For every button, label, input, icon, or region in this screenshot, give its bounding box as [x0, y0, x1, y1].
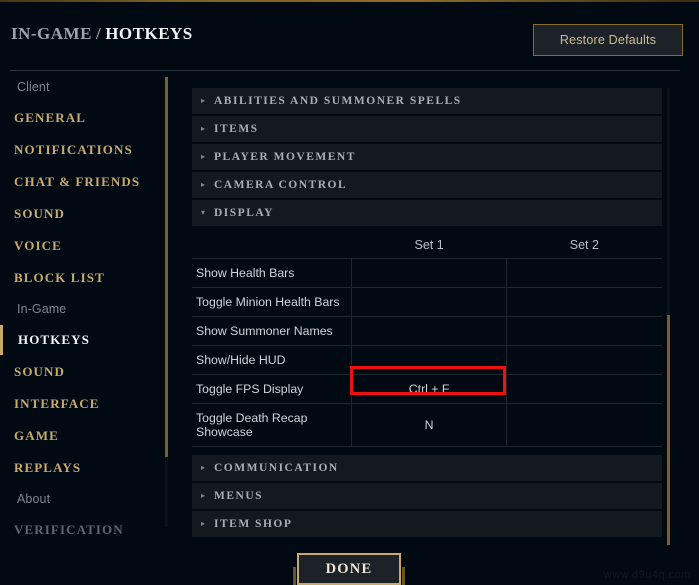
chevron-right-icon: ▸ [200, 462, 205, 472]
section-title: ABILITIES AND SUMMONER SPELLS [214, 95, 462, 107]
section-title: PLAYER MOVEMENT [214, 151, 356, 163]
hotkey-binding-cell-2[interactable] [506, 403, 662, 447]
header-bar: IN-GAME / HOTKEYS Restore Defaults [0, 2, 699, 71]
sidebar-group-label: In-Game [17, 302, 67, 316]
chevron-down-icon: ▾ [200, 208, 205, 217]
sidebar-item-sound[interactable]: SOUND [0, 356, 168, 388]
section-header-player-movement[interactable]: ▸ PLAYER MOVEMENT [192, 144, 662, 170]
hotkey-binding-cell-1[interactable] [351, 287, 508, 317]
sidebar-scrollbar-thumb[interactable] [165, 77, 168, 457]
sidebar-item-block-list[interactable]: BLOCK LIST [0, 262, 168, 294]
page-title: HOTKEYS [105, 24, 193, 43]
table-row: Show Health Bars [192, 258, 662, 288]
sidebar-item-interface[interactable]: INTERFACE [0, 388, 168, 420]
chevron-right-icon: ▸ [200, 180, 205, 189]
hotkey-binding-cell-2[interactable] [506, 345, 662, 375]
section-title: ITEMS [214, 123, 259, 135]
hotkeys-panel: ▸ ABILITIES AND SUMMONER SPELLS ▸ ITEMS ▸ PLA… [192, 88, 670, 545]
section-title: DISPLAY [214, 207, 274, 219]
footer-bar: DONE [0, 553, 699, 585]
hotkey-action-label: Show/Hide HUD [192, 345, 352, 375]
table-row: Toggle FPS Display Ctrl + F [192, 374, 662, 404]
breadcrumb: IN-GAME / HOTKEYS [11, 24, 193, 44]
done-button[interactable]: DONE [297, 553, 401, 585]
hotkey-binding-cell-1[interactable]: N [351, 403, 508, 447]
chevron-right-icon: ▸ [200, 490, 205, 500]
sidebar-item-game[interactable]: GAME [0, 420, 168, 452]
sidebar-item-voice[interactable]: VOICE [0, 230, 168, 262]
breadcrumb-parent[interactable]: IN-GAME [11, 24, 92, 43]
table-col-header: Set 2 [506, 232, 662, 259]
hotkey-binding-cell-1[interactable] [351, 316, 508, 346]
content-scrollbar-thumb[interactable] [667, 315, 670, 545]
hotkey-binding-cell-1[interactable]: Ctrl + F [351, 374, 508, 404]
sidebar-item-replays[interactable]: REPLAYS [0, 452, 168, 484]
sidebar: Client GENERAL NOTIFICATIONS CHAT & FRIENDS… [0, 72, 168, 585]
done-notch-right [402, 567, 405, 585]
sidebar-item-chat-friends[interactable]: CHAT & FRIENDS [0, 166, 168, 198]
hotkey-binding-cell-1[interactable] [351, 258, 508, 288]
watermark: www.d9u4q.com [603, 569, 691, 581]
done-notch-left [293, 567, 296, 585]
restore-defaults-button[interactable]: Restore Defaults [533, 24, 683, 56]
hotkeys-table: Set 1 Set 2 Show Health Bars Toggle Minion… [192, 232, 662, 447]
chevron-right-icon: ▸ [200, 518, 205, 528]
hotkey-binding-cell-2[interactable] [506, 316, 662, 346]
breadcrumb-separator: / [95, 24, 102, 43]
sidebar-item-general[interactable]: GENERAL [0, 102, 168, 134]
table-col-header-blank [192, 232, 352, 259]
sidebar-group-label: About [17, 492, 51, 506]
sidebar-item-notifications[interactable]: NOTIFICATIONS [0, 134, 168, 166]
hotkey-action-label: Toggle Death Recap Showcase [192, 403, 352, 447]
table-row: Show Summoner Names [192, 316, 662, 346]
hotkey-action-label: Show Summoner Names [192, 316, 352, 346]
hotkey-binding-cell-1[interactable] [351, 345, 508, 375]
hotkey-action-label: Toggle Minion Health Bars [192, 287, 352, 317]
sidebar-group-label: Client [17, 80, 50, 94]
chevron-right-icon: ▸ [200, 96, 205, 105]
table-row: Toggle Minion Health Bars [192, 287, 662, 317]
sidebar-item-sound[interactable]: SOUND [0, 198, 168, 230]
sidebar-item-hotkeys[interactable]: HOTKEYS [0, 324, 168, 356]
header-divider [10, 70, 680, 71]
section-header-camera-control[interactable]: ▸ CAMERA CONTROL [192, 172, 662, 198]
section-header-item-shop[interactable]: ▸ ITEM SHOP [192, 510, 662, 537]
table-row: Toggle Death Recap Showcase N [192, 403, 662, 447]
section-title: MENUS [214, 489, 264, 502]
settings-window: IN-GAME / HOTKEYS Restore Defaults Client G… [0, 0, 699, 585]
section-header-display[interactable]: ▾ DISPLAY [192, 200, 662, 226]
section-header-communication[interactable]: ▸ COMMUNICATION [192, 454, 662, 481]
hotkey-binding-cell-2[interactable] [506, 374, 662, 404]
table-row: Show/Hide HUD [192, 345, 662, 375]
section-header-items[interactable]: ▸ ITEMS [192, 116, 662, 142]
hotkey-action-label: Show Health Bars [192, 258, 352, 288]
section-title: CAMERA CONTROL [214, 179, 348, 191]
sidebar-item-verification[interactable]: VERIFICATION [0, 514, 168, 546]
chevron-right-icon: ▸ [200, 152, 205, 161]
section-title: COMMUNICATION [214, 461, 339, 474]
hotkey-binding-cell-2[interactable] [506, 258, 662, 288]
section-header-abilities-and-summoner-spells[interactable]: ▸ ABILITIES AND SUMMONER SPELLS [192, 88, 662, 114]
hotkey-binding-cell-2[interactable] [506, 287, 662, 317]
hotkey-action-label: Toggle FPS Display [192, 374, 352, 404]
table-header-row: Set 1 Set 2 [192, 232, 662, 259]
chevron-right-icon: ▸ [200, 124, 205, 133]
table-col-header: Set 1 [351, 232, 507, 259]
section-header-menus[interactable]: ▸ MENUS [192, 482, 662, 509]
section-title: ITEM SHOP [214, 517, 293, 530]
